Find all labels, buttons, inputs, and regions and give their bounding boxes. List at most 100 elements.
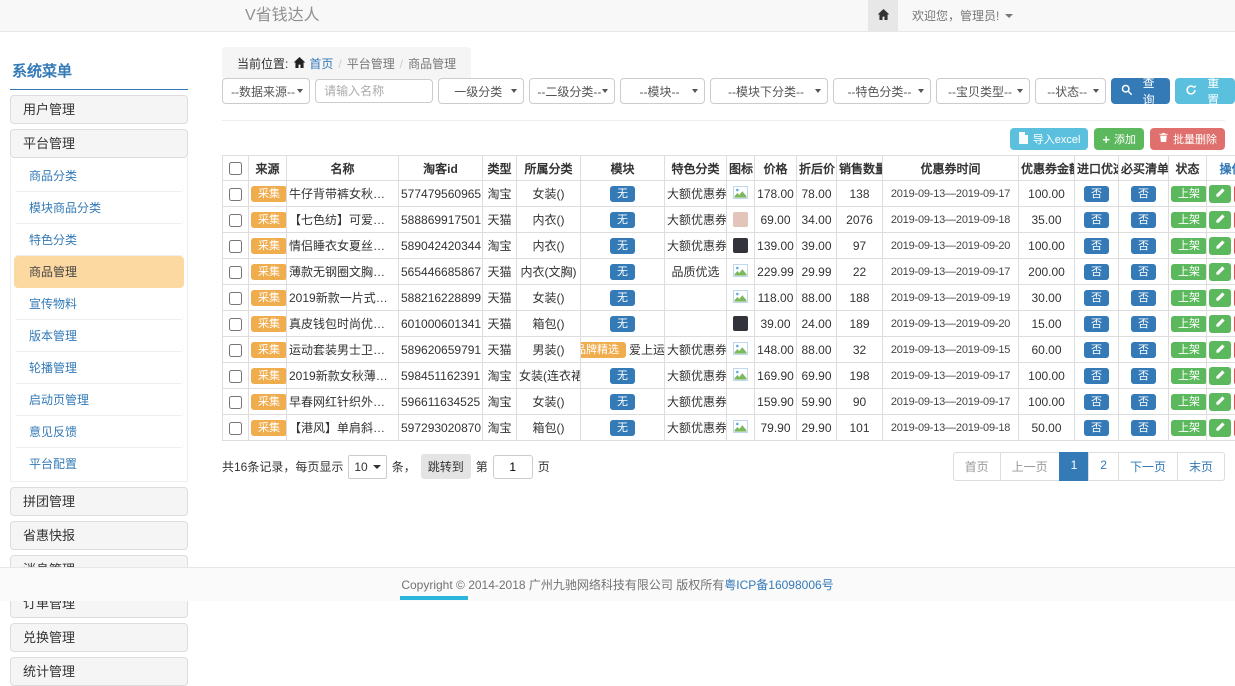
sidebar-item-模块商品分类[interactable]: 模块商品分类	[14, 192, 184, 224]
status-badge[interactable]: 上架	[1171, 212, 1207, 228]
batch-delete-button[interactable]: 批量删除	[1150, 128, 1225, 150]
edit-button[interactable]	[1209, 289, 1231, 307]
row-checkbox[interactable]	[229, 240, 242, 253]
must-buy-toggle[interactable]: 否	[1131, 186, 1156, 202]
sidebar-group-3[interactable]: 拼团管理	[10, 487, 188, 516]
reset-button[interactable]: 重置	[1175, 78, 1235, 104]
sidebar-group-8[interactable]: 统计管理	[10, 657, 188, 686]
sidebar-item-宣传物料[interactable]: 宣传物料	[14, 288, 184, 320]
query-button[interactable]: 查询	[1111, 78, 1171, 104]
import-select-toggle[interactable]: 否	[1084, 394, 1109, 410]
name-input[interactable]	[315, 79, 433, 103]
edit-button[interactable]	[1209, 263, 1231, 281]
status-badge[interactable]: 上架	[1171, 394, 1207, 410]
edit-button[interactable]	[1209, 237, 1231, 255]
sidebar-group-2[interactable]: 平台管理	[10, 129, 188, 158]
breadcrumb-item-platform[interactable]: 平台管理	[347, 55, 395, 72]
import-select-toggle[interactable]: 否	[1084, 420, 1109, 436]
status-badge[interactable]: 上架	[1171, 238, 1207, 254]
edit-button[interactable]	[1209, 185, 1231, 203]
row-checkbox[interactable]	[229, 344, 242, 357]
sidebar-item-商品管理[interactable]: 商品管理	[14, 256, 184, 288]
edit-button[interactable]	[1209, 341, 1231, 359]
pager-1[interactable]: 1	[1059, 452, 1090, 481]
must-buy-toggle[interactable]: 否	[1131, 316, 1156, 332]
edit-button[interactable]	[1209, 419, 1231, 437]
page-size-select[interactable]: 10	[348, 455, 386, 479]
import-select-toggle[interactable]: 否	[1084, 264, 1109, 280]
import-select-toggle[interactable]: 否	[1084, 186, 1109, 202]
sidebar-item-轮播管理[interactable]: 轮播管理	[14, 352, 184, 384]
sidebar-group-1[interactable]: 用户管理	[10, 95, 188, 124]
home-button[interactable]	[868, 0, 898, 31]
pager-2[interactable]: 2	[1088, 452, 1119, 481]
import-select-toggle[interactable]: 否	[1084, 316, 1109, 332]
status-badge[interactable]: 上架	[1171, 264, 1207, 280]
import-excel-button[interactable]: 导入excel	[1010, 128, 1089, 150]
import-select-toggle[interactable]: 否	[1084, 342, 1109, 358]
pager-末页[interactable]: 末页	[1177, 452, 1225, 481]
status-badge[interactable]: 上架	[1171, 420, 1207, 436]
breadcrumb-item-goods[interactable]: 商品管理	[408, 55, 456, 72]
icp-link[interactable]: 粤ICP备16098006号	[724, 576, 833, 593]
must-buy-toggle[interactable]: 否	[1131, 264, 1156, 280]
feature-category-select[interactable]: --特色分类--	[833, 78, 931, 104]
sidebar-item-商品分类[interactable]: 商品分类	[14, 160, 184, 192]
jump-button[interactable]: 跳转到	[421, 454, 471, 479]
status-badge[interactable]: 上架	[1171, 342, 1207, 358]
status-badge[interactable]: 上架	[1171, 368, 1207, 384]
module-subcategory-select[interactable]: --模块下分类--	[710, 78, 829, 104]
row-checkbox[interactable]	[229, 422, 242, 435]
column-header-必买清单: 必买清单	[1119, 156, 1169, 181]
pagination-summary: 共16条记录，每页显示 10 条， 跳转到 第 页	[222, 454, 550, 479]
row-checkbox[interactable]	[229, 266, 242, 279]
must-buy-toggle[interactable]: 否	[1131, 368, 1156, 384]
column-header-优惠券金额: 优惠券金额	[1019, 156, 1075, 181]
edit-button[interactable]	[1209, 315, 1231, 333]
module-select[interactable]: --模块--	[620, 78, 704, 104]
data-source-select[interactable]: --数据来源--	[222, 78, 310, 104]
import-select-toggle[interactable]: 否	[1084, 290, 1109, 306]
row-checkbox[interactable]	[229, 214, 242, 227]
select-all-checkbox[interactable]	[229, 162, 242, 175]
row-checkbox[interactable]	[229, 188, 242, 201]
status-badge[interactable]: 上架	[1171, 186, 1207, 202]
must-buy-toggle[interactable]: 否	[1131, 394, 1156, 410]
status-badge[interactable]: 上架	[1171, 316, 1207, 332]
row-checkbox[interactable]	[229, 318, 242, 331]
status-badge[interactable]: 上架	[1171, 290, 1207, 306]
import-select-toggle[interactable]: 否	[1084, 238, 1109, 254]
edit-button[interactable]	[1209, 393, 1231, 411]
module-badge: 无	[610, 186, 635, 202]
pager-下一页[interactable]: 下一页	[1118, 452, 1178, 481]
sidebar-item-特色分类[interactable]: 特色分类	[14, 224, 184, 256]
must-buy-toggle[interactable]: 否	[1131, 290, 1156, 306]
sidebar-item-意见反馈[interactable]: 意见反馈	[14, 416, 184, 448]
cell-name: 真皮钱包时尚优雅女士...	[287, 311, 399, 337]
edit-button[interactable]	[1209, 211, 1231, 229]
item-type-select[interactable]: --宝贝类型--	[936, 78, 1029, 104]
add-button[interactable]: + 添加	[1094, 128, 1144, 150]
sidebar-group-4[interactable]: 省惠快报	[10, 521, 188, 550]
import-select-toggle[interactable]: 否	[1084, 368, 1109, 384]
breadcrumb-home-link[interactable]: 首页	[293, 55, 333, 72]
sidebar-item-平台配置[interactable]: 平台配置	[14, 448, 184, 479]
edit-button[interactable]	[1209, 367, 1231, 385]
sidebar-group-7[interactable]: 兑换管理	[10, 623, 188, 652]
status-select[interactable]: --状态--	[1035, 78, 1106, 104]
must-buy-toggle[interactable]: 否	[1131, 420, 1156, 436]
must-buy-toggle[interactable]: 否	[1131, 342, 1156, 358]
level2-category-select[interactable]: --二级分类--	[529, 78, 615, 104]
user-menu[interactable]: 欢迎您，管理员!	[898, 0, 1027, 31]
jump-page-input[interactable]	[493, 455, 533, 479]
row-checkbox[interactable]	[229, 396, 242, 409]
row-checkbox[interactable]	[229, 370, 242, 383]
row-checkbox[interactable]	[229, 292, 242, 305]
sidebar-item-版本管理[interactable]: 版本管理	[14, 320, 184, 352]
sidebar-item-启动页管理[interactable]: 启动页管理	[14, 384, 184, 416]
must-buy-toggle[interactable]: 否	[1131, 212, 1156, 228]
column-header-图标: 图标	[727, 156, 755, 181]
must-buy-toggle[interactable]: 否	[1131, 238, 1156, 254]
import-select-toggle[interactable]: 否	[1084, 212, 1109, 228]
level1-category-select[interactable]: 一级分类	[438, 78, 524, 104]
